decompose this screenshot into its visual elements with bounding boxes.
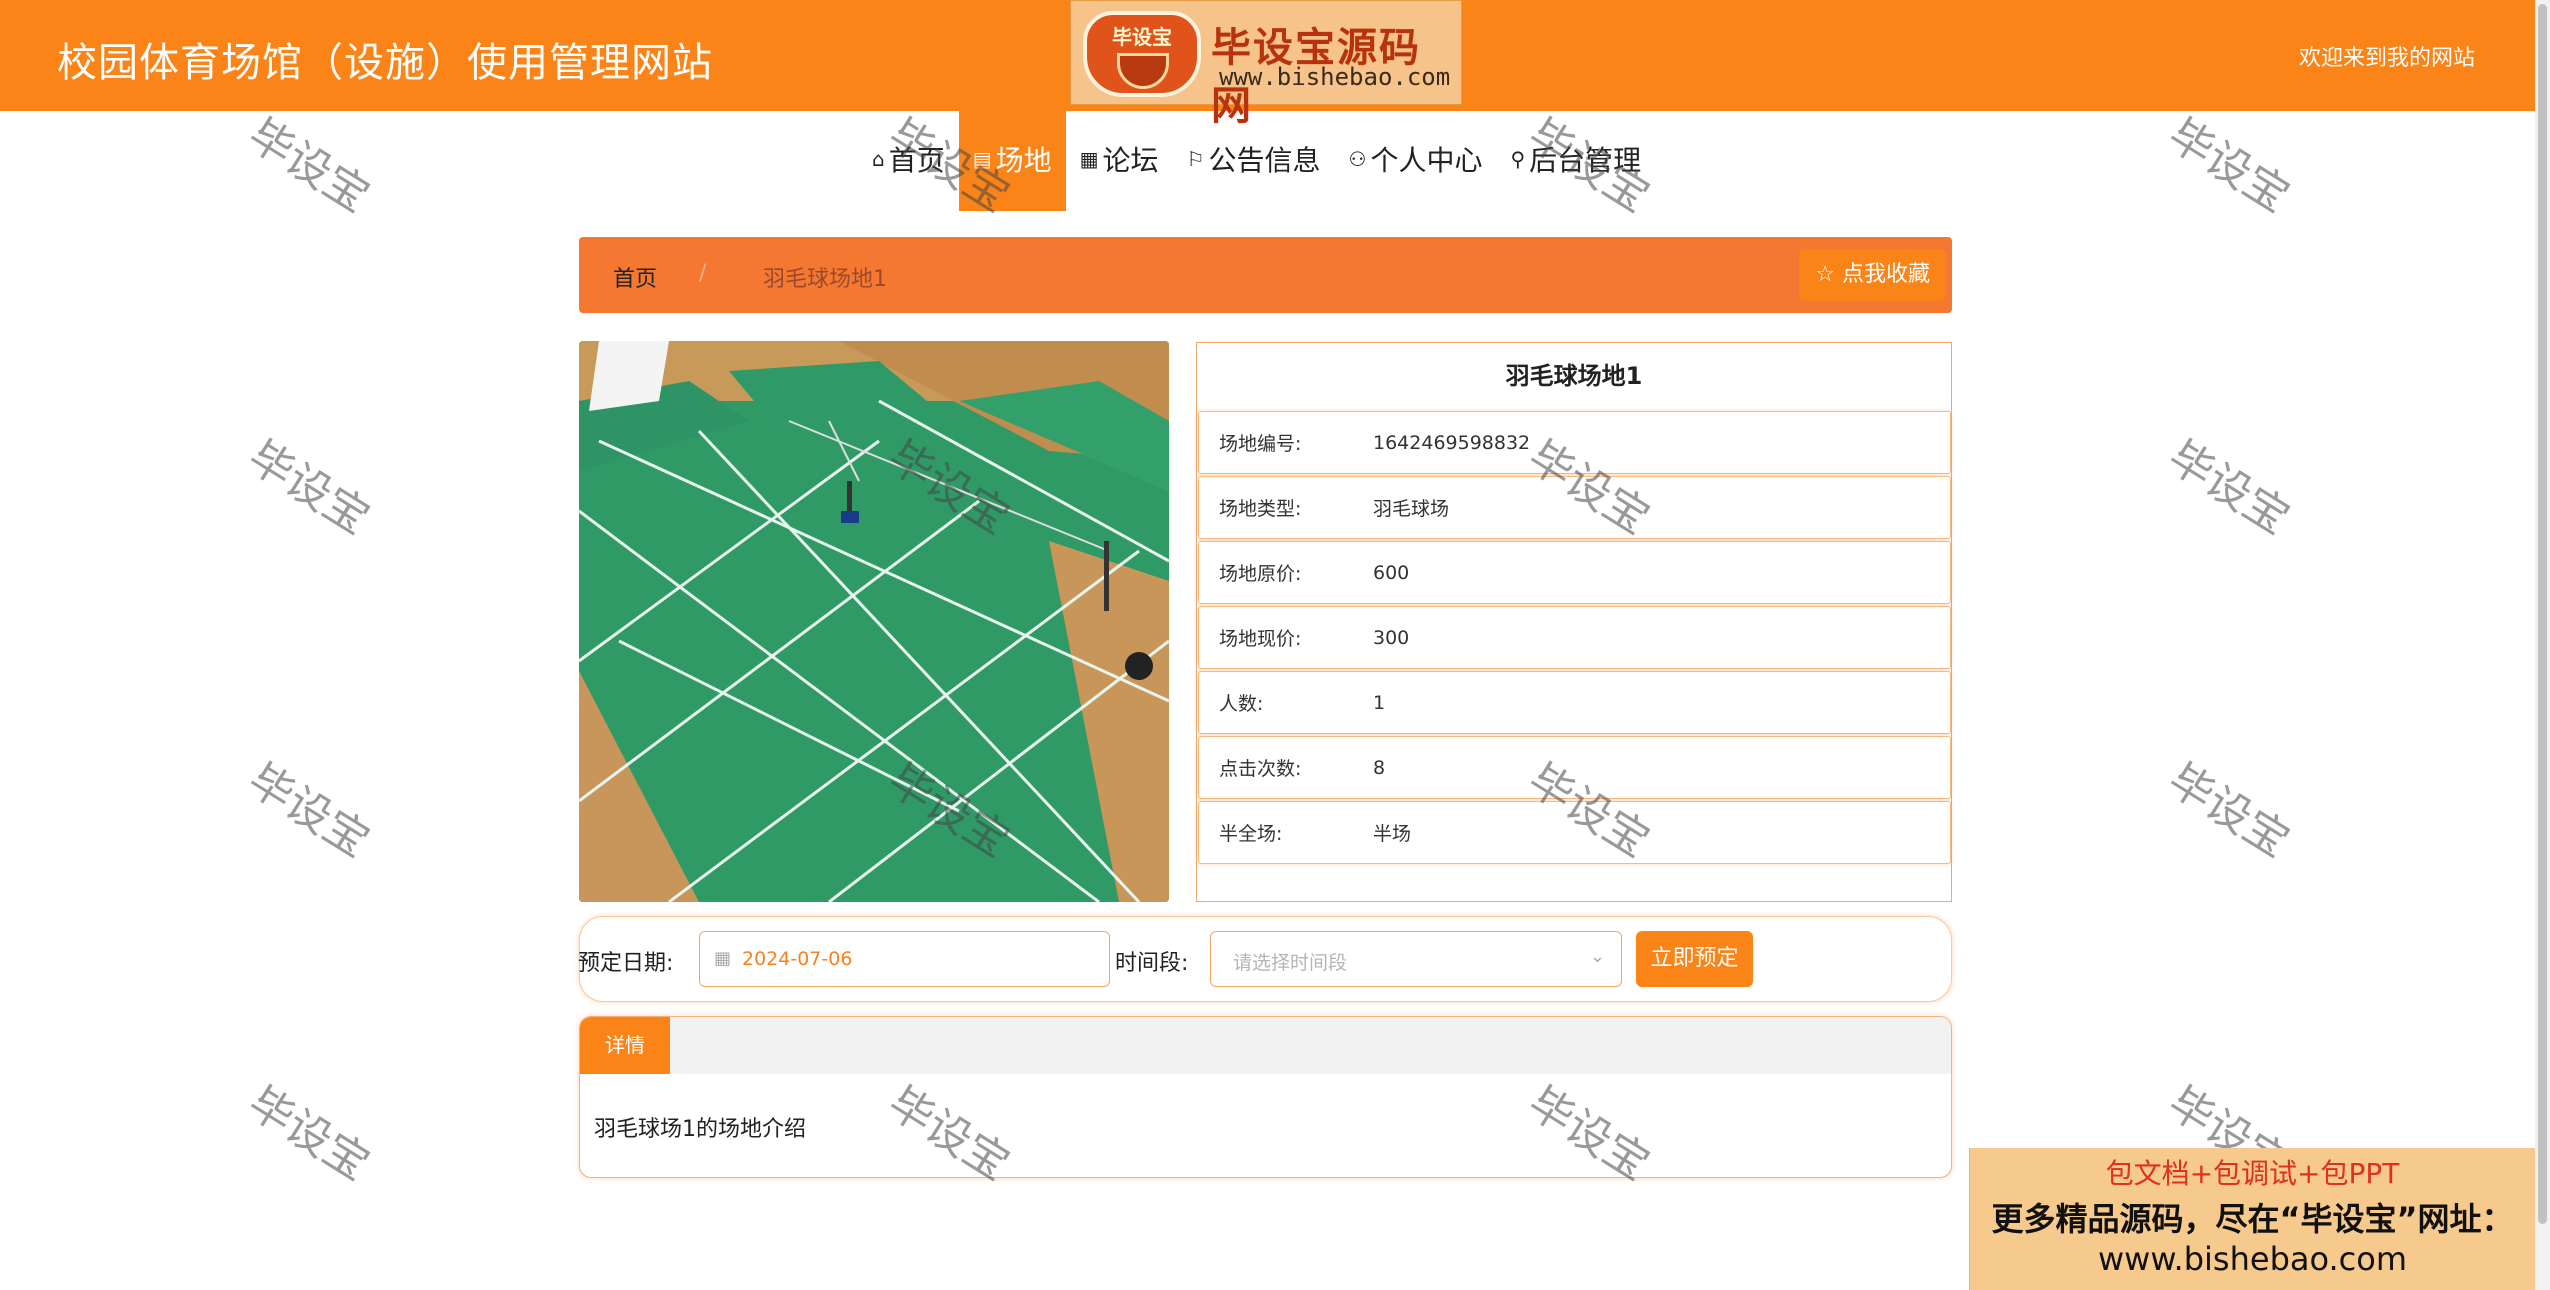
detail-row: 半全场: 半场 — [1198, 801, 1951, 864]
booking-form: 预定日期: ▦ 2024-07-06 时间段: 请选择时间段 ⌄ 立即预定 — [578, 916, 1952, 1002]
main-nav: ⌂ 首页 ▤ 场地 ▦ 论坛 ⚐ 公告信息 ⚇ 个人中心 ⚲ 后台管理 — [858, 111, 1655, 211]
chevron-down-icon: ⌄ — [1589, 946, 1605, 967]
tab-details[interactable]: 详情 — [580, 1017, 670, 1074]
date-label: 预定日期: — [578, 951, 674, 976]
watermark: 毕设宝 — [2159, 431, 2299, 545]
brand-logo-banner: 毕设宝 毕设宝源码网 www.bishebao.com — [1070, 0, 1462, 129]
promo-line-3: www.bishebao.com — [2097, 1240, 2408, 1278]
brand-url: www.bishebao.com — [1219, 63, 1451, 91]
field-value: 1642469598832 — [1373, 431, 1531, 454]
nav-item-label: 场地 — [995, 144, 1052, 177]
nav-item-notice[interactable]: ⚐ 公告信息 — [1173, 111, 1335, 211]
watermark: 毕设宝 — [2159, 109, 2299, 223]
time-slot-select[interactable]: 请选择时间段 ⌄ — [1210, 931, 1622, 987]
field-label: 场地编号: — [1219, 433, 1302, 455]
nav-item-home[interactable]: ⌂ 首页 — [858, 111, 959, 211]
page-scrollbar[interactable] — [2535, 0, 2550, 1290]
detail-row: 点击次数: 8 — [1198, 736, 1951, 799]
nav-item-label: 论坛 — [1102, 144, 1159, 177]
nav-item-label: 后台管理 — [1529, 144, 1642, 177]
nav-item-label: 个人中心 — [1370, 144, 1483, 177]
breadcrumb-current: 羽毛球场地1 — [763, 267, 887, 292]
nav-item-label: 首页 — [888, 144, 945, 177]
welcome-text: 欢迎来到我的网站 — [2298, 46, 2475, 71]
flag-icon: ⚐ — [1186, 147, 1205, 171]
time-slot-placeholder: 请选择时间段 — [1233, 952, 1348, 974]
scrollbar-thumb[interactable] — [2538, 4, 2547, 1224]
date-value: 2024-07-06 — [742, 948, 853, 970]
tab-header: 详情 — [580, 1017, 1951, 1074]
breadcrumb-home-link[interactable]: 首页 — [613, 261, 657, 293]
star-icon: ☆ — [1815, 262, 1835, 287]
book-now-button[interactable]: 立即预定 — [1636, 931, 1753, 987]
watermark: 毕设宝 — [239, 431, 379, 545]
nav-item-profile[interactable]: ⚇ 个人中心 — [1335, 111, 1497, 211]
field-label: 点击次数: — [1219, 758, 1302, 780]
detail-row: 场地类型: 羽毛球场 — [1198, 476, 1951, 539]
venue-title: 羽毛球场地1 — [1505, 362, 1643, 390]
badminton-court-image — [579, 341, 1169, 902]
favorite-label: 点我收藏 — [1841, 262, 1930, 287]
favorite-button[interactable]: ☆ 点我收藏 — [1799, 249, 1946, 301]
field-value: 羽毛球场 — [1373, 498, 1450, 520]
calendar-icon: ▦ — [714, 948, 732, 969]
pot-shape — [1117, 53, 1169, 89]
breadcrumb: 首页 / 羽毛球场地1 ☆ 点我收藏 — [579, 237, 1952, 313]
detail-tabs: 详情 羽毛球场1的场地介绍 — [579, 1016, 1952, 1178]
watermark: 毕设宝 — [239, 109, 379, 223]
promo-banner[interactable]: 包文档+包调试+包PPT 更多精品源码，尽在“毕设宝”网址： www.bishe… — [1969, 1148, 2535, 1290]
site-title: 校园体育场馆（设施）使用管理网站 — [57, 40, 713, 86]
field-value: 半场 — [1373, 823, 1412, 845]
venue-photo — [579, 341, 1169, 902]
field-value: 300 — [1373, 626, 1410, 649]
field-value: 600 — [1373, 561, 1410, 584]
field-value: 8 — [1373, 756, 1386, 779]
home-icon: ⌂ — [872, 147, 885, 171]
watermark: 毕设宝 — [239, 754, 379, 868]
field-label: 半全场: — [1219, 823, 1283, 845]
field-label: 场地现价: — [1219, 628, 1302, 650]
promo-line-1: 包文档+包调试+包PPT — [2105, 1157, 2400, 1190]
nav-item-label: 公告信息 — [1208, 144, 1321, 177]
nav-item-admin[interactable]: ⚲ 后台管理 — [1496, 111, 1655, 211]
field-label: 场地原价: — [1219, 563, 1302, 585]
grid-icon: ▦ — [1079, 147, 1099, 171]
detail-row: 场地编号: 1642469598832 — [1198, 411, 1951, 474]
promo-line-2: 更多精品源码，尽在“毕设宝”网址： — [1991, 1200, 2514, 1238]
venue-detail-table: 羽毛球场地1 场地编号: 1642469598832 场地类型: 羽毛球场 场地… — [1196, 342, 1952, 902]
watermark: 毕设宝 — [2159, 754, 2299, 868]
detail-row: 人数: 1 — [1198, 671, 1951, 734]
field-label: 场地类型: — [1219, 498, 1302, 520]
detail-row: 场地现价: 300 — [1198, 606, 1951, 669]
venue-icon: ▤ — [972, 147, 992, 171]
link-icon: ⚲ — [1510, 147, 1526, 171]
detail-row: 场地原价: 600 — [1198, 541, 1951, 604]
field-label: 人数: — [1219, 693, 1264, 715]
user-icon: ⚇ — [1348, 147, 1367, 171]
nav-item-forum[interactable]: ▦ 论坛 — [1066, 111, 1173, 211]
breadcrumb-separator: / — [699, 261, 707, 286]
nav-item-venue[interactable]: ▤ 场地 — [958, 111, 1066, 211]
watermark: 毕设宝 — [239, 1077, 379, 1191]
brand-badge: 毕设宝 — [1112, 25, 1172, 49]
time-slot-label: 时间段: — [1115, 951, 1189, 976]
tab-content: 羽毛球场1的场地介绍 — [594, 1117, 806, 1142]
field-value: 1 — [1373, 691, 1386, 714]
date-picker-input[interactable]: ▦ 2024-07-06 — [699, 931, 1110, 987]
brand-logo-icon: 毕设宝 — [1083, 11, 1201, 97]
